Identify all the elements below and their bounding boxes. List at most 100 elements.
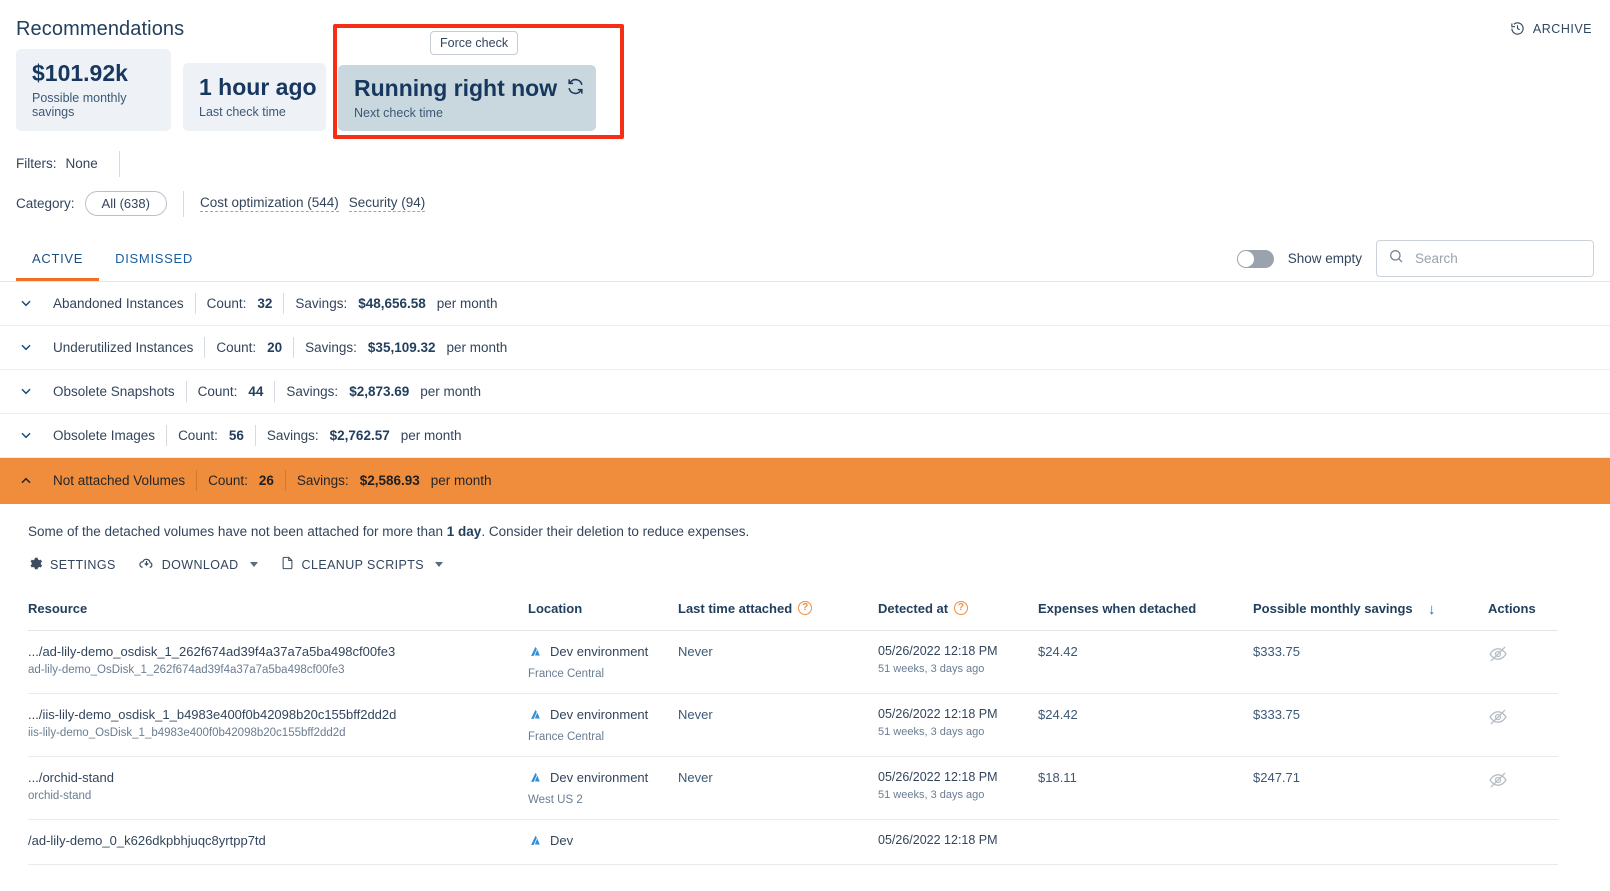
column-header-location[interactable]: Location (528, 591, 678, 631)
location-name: Dev environment (550, 770, 648, 787)
help-icon[interactable]: ? (954, 601, 968, 615)
rec-savings-label: Savings: (295, 296, 347, 311)
divider (293, 337, 294, 358)
azure-icon (528, 770, 543, 788)
table-row[interactable]: .../orchid-stand orchid-stand Dev enviro… (28, 756, 1558, 819)
search-box[interactable] (1376, 240, 1594, 277)
tabs-bar: ACTIVE DISMISSED Show empty (0, 237, 1610, 282)
detected-at: 05/26/2022 12:18 PM (878, 833, 1030, 847)
rec-row-underutilized-instances[interactable]: Underutilized Instances Count: 20 Saving… (0, 326, 1610, 370)
last-check-value: 1 hour ago (199, 75, 310, 101)
cell-detected-at: 05/26/2022 12:18 PM 51 weeks, 3 days ago (878, 630, 1038, 693)
settings-label: SETTINGS (50, 558, 116, 572)
cell-resource: .../ad-lily-demo_osdisk_1_262f674ad39f4a… (28, 630, 528, 693)
tab-dismissed[interactable]: DISMISSED (99, 236, 209, 281)
rec-row-abandoned-instances[interactable]: Abandoned Instances Count: 32 Savings: $… (0, 282, 1610, 326)
column-label: Resource (28, 601, 87, 616)
location-name: Dev environment (550, 707, 648, 724)
cell-expenses (1038, 819, 1253, 864)
next-check-label: Next check time (354, 106, 582, 120)
rec-row-obsolete-snapshots[interactable]: Obsolete Snapshots Count: 44 Savings: $2… (0, 370, 1610, 414)
cell-savings: $333.75 (1253, 693, 1428, 756)
cell-last-attached: Never (678, 630, 878, 693)
cell-resource: /ad-lily-demo_0_k626dkpbhjuqc8yrtpp7td (28, 819, 528, 864)
search-input[interactable] (1413, 250, 1582, 267)
azure-icon (528, 833, 543, 851)
eye-off-icon[interactable] (1488, 707, 1508, 730)
next-check-card[interactable]: Running right now Next check time (338, 65, 596, 131)
cell-detected-at: 05/26/2022 12:18 PM (878, 819, 1038, 864)
detected-at: 05/26/2022 12:18 PM (878, 770, 1030, 784)
history-clock-icon (1510, 21, 1525, 36)
settings-button[interactable]: SETTINGS (28, 556, 116, 574)
page-title: Recommendations (16, 18, 184, 41)
download-button[interactable]: DOWNLOAD (138, 555, 258, 575)
column-header-detected-at[interactable]: Detected at ? (878, 591, 1038, 631)
resource-path[interactable]: .../orchid-stand (28, 770, 520, 785)
tab-active[interactable]: ACTIVE (16, 236, 99, 281)
recommendations-table: Resource Location Last time attached ? D… (28, 591, 1558, 865)
table-row[interactable]: /ad-lily-demo_0_k626dkpbhjuqc8yrtpp7td D… (28, 819, 1558, 864)
column-label: Expenses when detached (1038, 601, 1196, 616)
chevron-down-icon[interactable] (16, 428, 36, 442)
resource-name: ad-lily-demo_OsDisk_1_262f674ad39f4a37a7… (28, 664, 520, 676)
show-empty-label: Show empty (1288, 251, 1362, 266)
column-header-last-time-attached[interactable]: Last time attached ? (678, 591, 878, 631)
cell-savings: $247.71 (1253, 756, 1428, 819)
arrow-down-icon[interactable]: ↓ (1428, 601, 1436, 618)
divider (166, 425, 167, 446)
cell-detected-at: 05/26/2022 12:18 PM 51 weeks, 3 days ago (878, 693, 1038, 756)
resource-path[interactable]: .../ad-lily-demo_osdisk_1_262f674ad39f4a… (28, 644, 520, 659)
chevron-down-icon[interactable] (16, 296, 36, 310)
category-link-cost-optimization[interactable]: Cost optimization (544) (200, 195, 339, 212)
help-icon[interactable]: ? (798, 601, 812, 615)
divider (186, 381, 187, 402)
show-empty-toggle[interactable] (1237, 250, 1274, 268)
category-row: Category: All (638) Cost optimization (5… (0, 177, 1610, 217)
category-link-security[interactable]: Security (94) (349, 195, 426, 212)
detected-at: 05/26/2022 12:18 PM (878, 644, 1030, 658)
chevron-down-icon[interactable] (435, 562, 443, 567)
rec-row-obsolete-images[interactable]: Obsolete Images Count: 56 Savings: $2,76… (0, 414, 1610, 458)
rec-savings-period: per month (437, 296, 498, 311)
cell-location: Dev (528, 819, 678, 864)
refresh-icon[interactable] (566, 76, 585, 102)
eye-off-icon[interactable] (1488, 644, 1508, 667)
rec-row-not-attached-volumes[interactable]: Not attached Volumes Count: 26 Savings: … (0, 458, 1610, 504)
column-header-resource[interactable]: Resource (28, 591, 528, 631)
detected-at: 05/26/2022 12:18 PM (878, 707, 1030, 721)
divider (204, 337, 205, 358)
page-header: Recommendations (0, 0, 1610, 41)
table-row[interactable]: .../ad-lily-demo_osdisk_1_262f674ad39f4a… (28, 630, 1558, 693)
chevron-down-icon[interactable] (250, 562, 258, 567)
rec-name: Underutilized Instances (53, 340, 193, 355)
chevron-up-icon[interactable] (16, 474, 36, 488)
category-chip-all[interactable]: All (638) (85, 191, 167, 216)
column-header-actions: Actions (1488, 591, 1558, 631)
detected-ago: 51 weeks, 3 days ago (878, 789, 1030, 801)
archive-link[interactable]: ARCHIVE (1510, 21, 1592, 36)
desc-after: . Consider their deletion to reduce expe… (481, 524, 749, 539)
cell-location: Dev environment France Central (528, 630, 678, 693)
last-check-label: Last check time (199, 105, 310, 119)
eye-off-icon[interactable] (1488, 770, 1508, 793)
cell-resource: .../orchid-stand orchid-stand (28, 756, 528, 819)
cell-sort-spacer (1428, 693, 1488, 756)
divider (255, 425, 256, 446)
table-row[interactable]: .../iis-lily-demo_osdisk_1_b4983e400f0b4… (28, 693, 1558, 756)
divider (274, 381, 275, 402)
column-header-expenses-when-detached[interactable]: Expenses when detached (1038, 591, 1253, 631)
cell-last-attached: Never (678, 693, 878, 756)
resource-path[interactable]: .../iis-lily-demo_osdisk_1_b4983e400f0b4… (28, 707, 520, 722)
rec-count-label: Count: (207, 296, 247, 311)
resource-path[interactable]: /ad-lily-demo_0_k626dkpbhjuqc8yrtpp7td (28, 833, 520, 848)
rec-count-value: 56 (229, 428, 244, 443)
azure-icon (528, 644, 543, 662)
column-label: Detected at (878, 601, 948, 616)
rec-name: Obsolete Images (53, 428, 155, 443)
column-header-possible-monthly-savings[interactable]: Possible monthly savings (1253, 591, 1428, 631)
chevron-down-icon[interactable] (16, 384, 36, 398)
chevron-down-icon[interactable] (16, 340, 36, 354)
column-sort-indicator[interactable]: ↓ (1428, 591, 1488, 631)
cleanup-scripts-button[interactable]: CLEANUP SCRIPTS (280, 555, 443, 574)
